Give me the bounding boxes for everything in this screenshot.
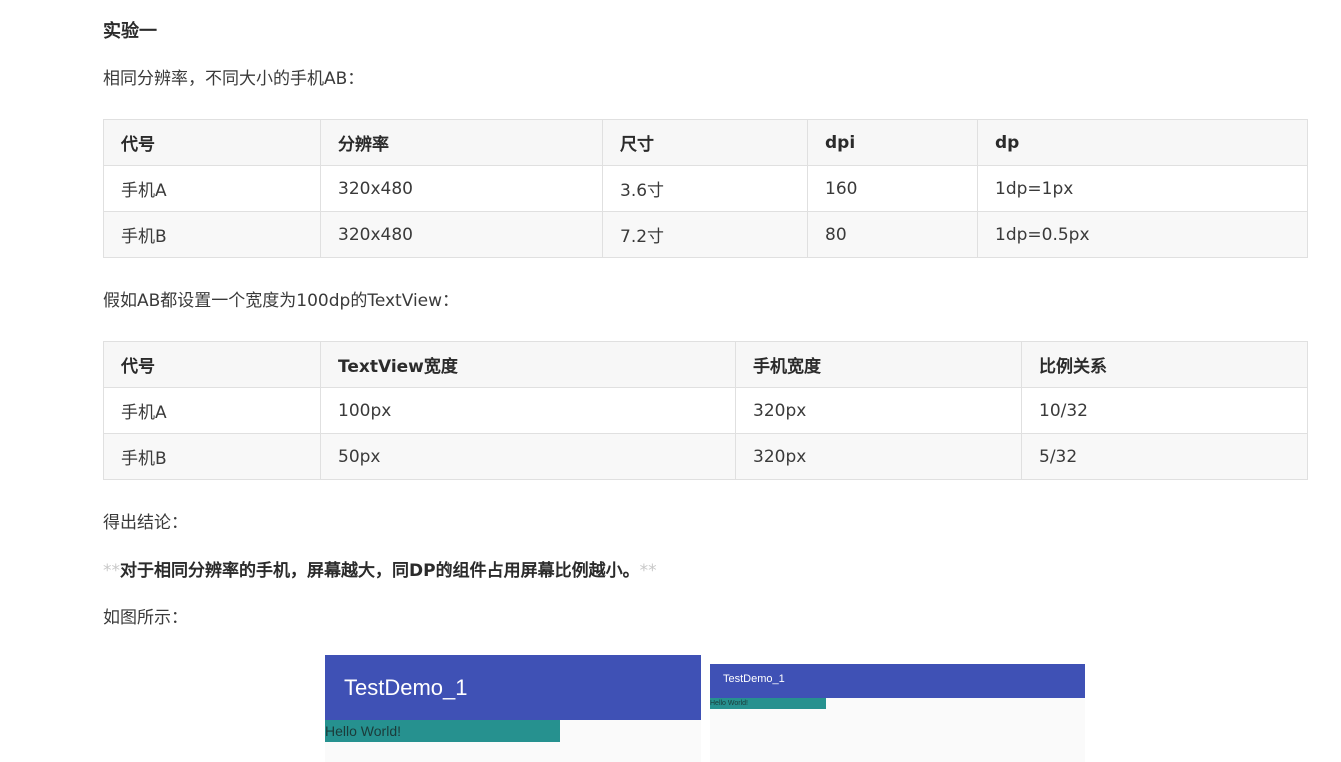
table-cell: 1dp=0.5px <box>977 211 1308 258</box>
markdown-stars-open: ** <box>103 561 120 581</box>
intro-paragraph-1: 相同分辨率，不同大小的手机AB： <box>103 69 365 89</box>
phone-b-screenshot: TestDemo_1 Hello World! <box>710 664 1085 762</box>
table-header-row: 代号 分辨率 尺寸 dpi dp <box>103 119 1308 166</box>
table-header-cell: 代号 <box>103 119 321 166</box>
resolution-table: 代号 分辨率 尺寸 dpi dp 手机A 320x480 3.6寸 160 1d… <box>103 119 1308 258</box>
textview-table: 代号 TextView宽度 手机宽度 比例关系 手机A 100px 320px … <box>103 341 1308 480</box>
table-header-cell: 代号 <box>103 341 321 388</box>
markdown-stars-close: ** <box>639 561 657 581</box>
table-header-cell: dp <box>977 119 1308 166</box>
table-header-cell: 比例关系 <box>1021 341 1308 388</box>
conclusion-text: 对于相同分辨率的手机，屏幕越大，同DP的组件占用屏幕比例越小。 <box>120 561 640 581</box>
table-header-cell: 分辨率 <box>320 119 603 166</box>
table-cell: 80 <box>807 211 978 258</box>
table-cell: 1dp=1px <box>977 165 1308 212</box>
section-heading: 实验一 <box>103 21 157 42</box>
table-row: 手机B 320x480 7.2寸 80 1dp=0.5px <box>103 211 1308 258</box>
text-cursor-icon: I <box>446 559 451 578</box>
app-title: TestDemo_1 <box>344 675 468 700</box>
app-toolbar: TestDemo_1 <box>710 664 1085 698</box>
table-cell: 160 <box>807 165 978 212</box>
table-header-cell: TextView宽度 <box>320 341 736 388</box>
table-cell: 320px <box>735 433 1022 480</box>
figure-label: 如图所示： <box>103 608 188 628</box>
table-cell: 10/32 <box>1021 387 1308 434</box>
table-cell: 手机A <box>103 387 321 434</box>
table-row: 手机A 320x480 3.6寸 160 1dp=1px <box>103 165 1308 212</box>
phone-a-screenshot: TestDemo_1 Hello World! <box>325 655 701 762</box>
intro-paragraph-2: 假如AB都设置一个宽度为100dp的TextView： <box>103 291 460 311</box>
table-row: 手机A 100px 320px 10/32 <box>103 387 1308 434</box>
hello-textview: Hello World! <box>710 698 826 709</box>
table-cell: 5/32 <box>1021 433 1308 480</box>
table-cell: 手机A <box>103 165 321 212</box>
table-cell: 手机B <box>103 433 321 480</box>
table-header-row: 代号 TextView宽度 手机宽度 比例关系 <box>103 341 1308 388</box>
table-cell: 100px <box>320 387 736 434</box>
table-cell: 320x480 <box>320 165 603 212</box>
table-header-cell: 手机宽度 <box>735 341 1022 388</box>
table-header-cell: dpi <box>807 119 978 166</box>
table-cell: 320px <box>735 387 1022 434</box>
table-cell: 7.2寸 <box>602 211 808 258</box>
table-cell: 320x480 <box>320 211 603 258</box>
conclusion-statement: **对于相同分辨率的手机，屏幕越大，同DP的组件占用屏幕比例越小。** <box>103 558 657 584</box>
app-title: TestDemo_1 <box>723 673 785 685</box>
table-cell: 手机B <box>103 211 321 258</box>
app-toolbar: TestDemo_1 <box>325 655 701 720</box>
table-cell: 50px <box>320 433 736 480</box>
hello-textview: Hello World! <box>325 720 560 742</box>
table-header-cell: 尺寸 <box>602 119 808 166</box>
table-cell: 3.6寸 <box>602 165 808 212</box>
conclusion-label: 得出结论： <box>103 513 188 533</box>
table-row: 手机B 50px 320px 5/32 <box>103 433 1308 480</box>
